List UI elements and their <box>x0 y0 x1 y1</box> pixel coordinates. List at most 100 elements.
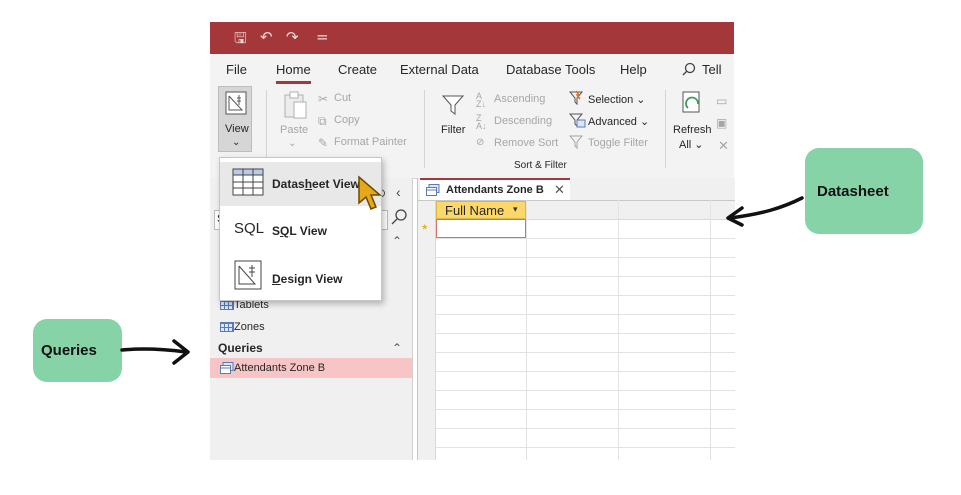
datasheet-callout: Datasheet <box>805 148 923 234</box>
menu-database-tools[interactable]: Database Tools <box>506 62 595 77</box>
grid-line <box>436 409 735 410</box>
arrow-right-icon <box>118 336 194 371</box>
menu-help[interactable]: Help <box>620 62 647 77</box>
advanced-label[interactable]: Advanced ⌄ <box>588 115 649 128</box>
sql-icon: SQL <box>234 220 265 237</box>
collapse-pane-icon[interactable]: ‹ <box>396 184 401 200</box>
copy-label[interactable]: Copy <box>334 114 360 126</box>
format-painter-icon[interactable]: ✎ <box>318 136 328 150</box>
selection-icon[interactable] <box>568 90 584 111</box>
menu-bar: File Home Create External Data Database … <box>210 54 734 84</box>
grid-line <box>436 238 735 239</box>
full-name-cell[interactable] <box>436 219 526 238</box>
nav-item-label: Attendants Zone B <box>234 362 326 374</box>
copy-icon[interactable]: ⧉ <box>318 114 327 129</box>
sort-descending-icon[interactable]: Z A↓ <box>476 114 487 131</box>
queries-group-header[interactable]: Queries ⌃ <box>210 339 412 357</box>
title-bar: 🖫 ↶ ↷ = <box>210 22 734 54</box>
collapse-group-icon[interactable]: ⌃ <box>392 234 402 248</box>
grid-line <box>436 371 735 372</box>
menu-tell-me[interactable]: Tell <box>702 62 722 77</box>
menu-home[interactable]: Home <box>276 62 311 84</box>
queries-callout-label: Queries <box>41 342 97 359</box>
nav-item-zones[interactable]: Zones <box>210 317 412 337</box>
grid-line <box>436 314 735 315</box>
grid-line <box>436 333 735 334</box>
queries-callout: Queries <box>33 319 122 382</box>
ribbon-separator <box>665 90 666 168</box>
paste-label: Paste <box>280 124 309 136</box>
document-tab[interactable]: Attendants Zone B ✕ <box>420 178 570 200</box>
new-record-icon[interactable]: ▭ <box>716 94 727 108</box>
query-icon <box>426 183 440 201</box>
cut-label[interactable]: Cut <box>334 92 351 104</box>
refresh-all-label: All ⌄ <box>679 139 704 151</box>
grid-line <box>436 276 735 277</box>
datasheet-callout-label: Datasheet <box>817 183 889 200</box>
query-icon <box>220 362 234 374</box>
collapse-group-icon[interactable]: ⌃ <box>392 341 402 355</box>
column-header-full-name[interactable]: Full Name ▾ <box>436 201 526 219</box>
document-tab-title: Attendants Zone B <box>446 184 544 196</box>
grid-line <box>710 200 711 460</box>
search-icon[interactable] <box>682 62 696 81</box>
filter-icon[interactable] <box>441 94 465 121</box>
datasheet-view-label: Datasheet View <box>272 177 360 191</box>
paste-chevron-icon: ⌄ <box>288 138 297 149</box>
chevron-down-icon[interactable]: ▾ <box>513 204 518 215</box>
column-header-label: Full Name <box>445 203 505 218</box>
delete-record-icon[interactable]: ✕ <box>718 138 729 154</box>
table-icon <box>220 300 234 310</box>
nav-item-label: Zones <box>234 321 265 333</box>
selection-label[interactable]: Selection ⌄ <box>588 93 646 106</box>
toggle-filter-icon[interactable] <box>568 134 584 155</box>
view-label: View <box>225 123 249 135</box>
view-button[interactable]: View ⌄ <box>218 86 252 152</box>
grid-line <box>436 447 735 448</box>
paste-icon[interactable] <box>282 90 308 125</box>
undo-icon[interactable]: ↶ <box>260 28 273 46</box>
refresh-label: Refresh <box>673 124 712 136</box>
arrow-left-icon <box>722 192 806 233</box>
search-icon[interactable] <box>390 208 408 231</box>
record-selector-column[interactable] <box>418 201 436 460</box>
close-icon[interactable]: ✕ <box>554 182 565 198</box>
design-view-label: Design View <box>272 272 343 286</box>
chevron-down-icon: ⌄ <box>232 137 241 148</box>
document-tab-strip: Attendants Zone B ✕ <box>418 178 735 201</box>
ribbon-separator <box>424 90 425 168</box>
datasheet-icon <box>232 168 264 201</box>
sort-ascending-icon[interactable]: A Z↓ <box>476 92 486 109</box>
refresh-icon[interactable] <box>680 90 704 125</box>
advanced-filter-icon[interactable] <box>568 112 586 133</box>
grid-line <box>436 390 735 391</box>
redo-icon[interactable]: ↷ <box>286 28 299 46</box>
format-painter-label[interactable]: Format Painter <box>334 136 407 148</box>
nav-item-attendants-zone-b[interactable]: Attendants Zone B <box>210 358 412 378</box>
toggle-filter-label[interactable]: Toggle Filter <box>588 137 648 149</box>
grid-line <box>436 295 735 296</box>
design-icon <box>234 260 262 295</box>
sql-view-label: SQL View <box>272 224 327 238</box>
design-view-item[interactable]: Design View <box>220 254 381 298</box>
save-icon[interactable]: 🖫 <box>234 28 247 53</box>
column-header-add[interactable] <box>526 201 735 220</box>
descending-label[interactable]: Descending <box>494 115 552 127</box>
filter-label: Filter <box>441 124 466 136</box>
grid-line <box>436 352 735 353</box>
grid-line <box>526 200 527 460</box>
grid-line <box>436 428 735 429</box>
cut-icon[interactable]: ✂ <box>318 92 328 106</box>
customize-quick-access-icon[interactable]: = <box>316 28 329 46</box>
menu-create[interactable]: Create <box>338 62 377 77</box>
remove-sort-icon[interactable]: ⊘ <box>476 137 484 148</box>
table-icon <box>220 322 234 332</box>
save-record-icon[interactable]: ▣ <box>716 116 727 130</box>
menu-file[interactable]: File <box>226 62 247 77</box>
grid-line <box>436 257 735 258</box>
menu-external-data[interactable]: External Data <box>400 62 479 77</box>
remove-sort-label[interactable]: Remove Sort <box>494 137 558 149</box>
grid-line <box>618 200 619 460</box>
datasheet-document: Attendants Zone B ✕ Full Name ▾ * <box>417 178 735 460</box>
ascending-label[interactable]: Ascending <box>494 93 545 105</box>
